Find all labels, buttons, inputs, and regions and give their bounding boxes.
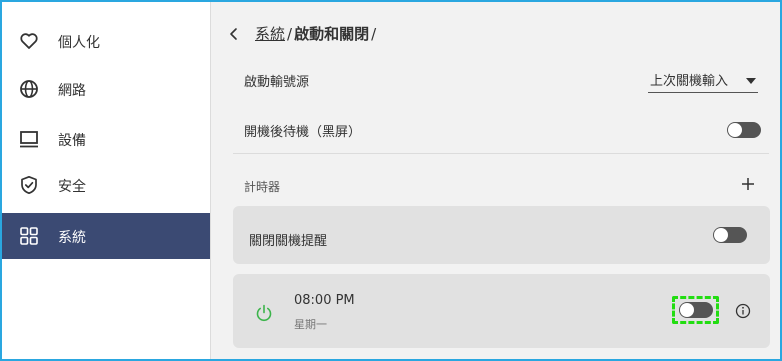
schedule-day: 星期一 [294, 318, 327, 331]
grid-icon [20, 227, 38, 245]
power-icon [256, 304, 272, 322]
info-icon[interactable] [735, 303, 751, 319]
sidebar-item-label: 個人化 [58, 35, 100, 51]
breadcrumb-separator: / [371, 24, 377, 43]
sidebar-item-label: 網路 [58, 83, 86, 99]
shutdown-reminder-label: 關閉關機提醒 [249, 234, 328, 249]
heart-icon [20, 33, 38, 49]
shutdown-reminder-card: 關閉關機提醒 [233, 206, 770, 264]
breadcrumb-link-system[interactable]: 系統 [255, 23, 285, 44]
main-panel: 系統 / 啟動和關閉 / 啟動輸號源 上次關機輸入 開機後待機（黑屏） 計時器 … [211, 2, 780, 359]
shutdown-reminder-toggle[interactable] [713, 227, 747, 243]
standby-after-boot-toggle[interactable] [727, 122, 761, 138]
standby-after-boot-label: 開機後待機（黑屏） [244, 125, 362, 140]
boot-source-label: 啟動輸號源 [244, 75, 310, 90]
boot-source-select[interactable]: 上次關機輸入 [648, 68, 758, 93]
sidebar-item-device[interactable]: 設備 [2, 116, 210, 162]
sidebar-item-security[interactable]: 安全 [2, 162, 210, 208]
sidebar-item-label: 設備 [58, 133, 86, 149]
sidebar-item-label: 系統 [58, 230, 86, 246]
caret-down-icon [746, 78, 756, 84]
toggle-knob [714, 228, 728, 242]
sidebar-item-system[interactable]: 系統 [2, 213, 210, 259]
sidebar-item-personalization[interactable]: 個人化 [2, 18, 210, 64]
toggle-knob [728, 123, 742, 137]
schedule-toggle[interactable] [679, 302, 713, 318]
schedule-card[interactable]: 08:00 PM 星期一 [233, 274, 770, 348]
settings-window: 個人化 網路 設備 安全 系統 系統 / 啟動和關閉 / 啟動輸號源 上次關機輸… [0, 0, 782, 361]
schedule-time: 08:00 PM [294, 293, 355, 308]
toggle-knob [680, 303, 694, 317]
globe-icon [20, 80, 38, 98]
monitor-icon [20, 131, 38, 148]
breadcrumb-current: 啟動和關閉 [294, 25, 370, 43]
timer-section-label: 計時器 [244, 180, 281, 194]
breadcrumb-separator: / [287, 24, 293, 43]
breadcrumb: 系統 / 啟動和關閉 / [227, 23, 378, 44]
sidebar-item-label: 安全 [58, 179, 86, 195]
sidebar: 個人化 網路 設備 安全 系統 [2, 2, 211, 359]
shield-check-icon [21, 175, 37, 195]
sidebar-item-network[interactable]: 網路 [2, 66, 210, 112]
divider [233, 153, 769, 154]
boot-source-value: 上次關機輸入 [650, 74, 729, 89]
chevron-left-icon[interactable] [227, 27, 241, 41]
plus-icon[interactable] [739, 175, 757, 193]
